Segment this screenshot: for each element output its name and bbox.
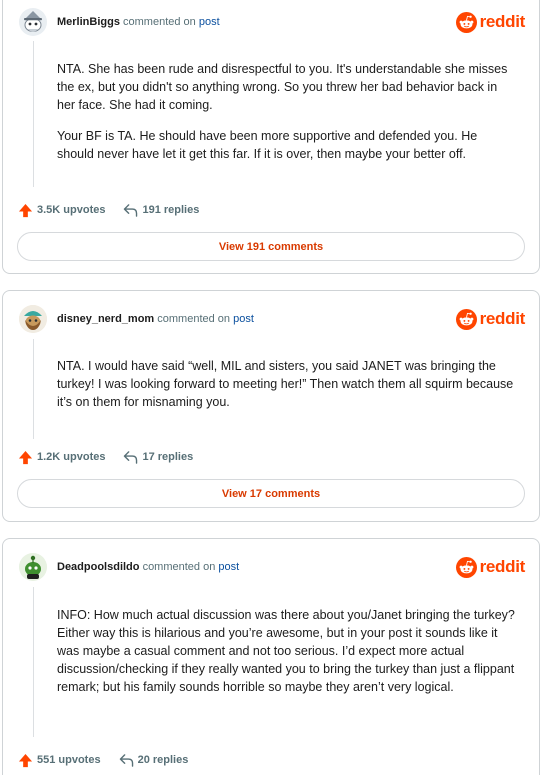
reddit-logo[interactable]: reddit (455, 11, 526, 33)
comment-body: NTA. She has been rude and disrespectful… (57, 60, 515, 163)
comment-body: NTA. I would have said “well, MIL and si… (57, 357, 515, 411)
wizard-snoo-avatar[interactable] (19, 8, 47, 36)
reddit-snoo-icon (455, 308, 477, 330)
reddit-wordmark: reddit (479, 12, 526, 31)
reply-arrow-icon (119, 753, 133, 767)
username-link[interactable]: disney_nerd_mom (57, 313, 154, 325)
commented-on-label: commented on (142, 561, 216, 573)
comment-meta: MerlinBiggs commented on post (57, 16, 220, 28)
thread-line[interactable] (33, 41, 34, 187)
comment-body: INFO: How much actual discussion was the… (57, 606, 515, 696)
reddit-wordmark: reddit (479, 557, 526, 576)
comment-paragraph: Your BF is TA. He should have been more … (57, 129, 478, 161)
commented-on-label: commented on (157, 313, 231, 325)
comment-header: MerlinBiggs commented on post reddit (19, 8, 525, 36)
comment-card: disney_nerd_mom commented on post reddit… (2, 290, 540, 522)
upvote-count: 3.5K upvotes (37, 204, 106, 216)
upvote-arrow-icon (18, 450, 33, 464)
green-snoo-avatar[interactable] (19, 553, 47, 581)
upvote-arrow-icon (18, 203, 33, 217)
replies-count: 17 replies (142, 451, 194, 463)
thread-line[interactable] (33, 587, 34, 737)
comment-paragraph: NTA. She has been rude and disrespectful… (57, 62, 508, 112)
replies-count: 20 replies (137, 754, 189, 766)
comment-paragraph: NTA. I would have said “well, MIL and si… (57, 359, 514, 409)
comment-paragraph: INFO: How much actual discussion was the… (57, 608, 515, 694)
upvote-count: 1.2K upvotes (37, 451, 106, 463)
comment-card: Deadpoolsdildo commented on post reddit … (2, 538, 540, 775)
view-comments-button[interactable]: View 191 comments (17, 232, 525, 261)
username-link[interactable]: Deadpoolsdildo (57, 561, 140, 573)
replies-count: 191 replies (142, 204, 200, 216)
reddit-logo[interactable]: reddit (455, 556, 526, 578)
comment-actions: 1.2K upvotes 17 replies (18, 447, 193, 467)
comment-header: disney_nerd_mom commented on post reddit (19, 305, 525, 333)
reddit-snoo-icon (455, 556, 477, 578)
upvote-button[interactable]: 3.5K upvotes (18, 203, 105, 218)
post-link[interactable]: post (233, 313, 254, 325)
reddit-snoo-icon (455, 11, 477, 33)
avatar-icon (19, 8, 47, 36)
upvote-button[interactable]: 1.2K upvotes (18, 450, 105, 465)
reply-arrow-icon (124, 203, 138, 217)
comment-actions: 551 upvotes 20 replies (18, 750, 188, 770)
view-comments-button[interactable]: View 17 comments (17, 479, 525, 508)
reply-arrow-icon (124, 450, 138, 464)
pirate-snoo-avatar[interactable] (19, 305, 47, 333)
avatar-icon (19, 305, 47, 333)
comment-meta: Deadpoolsdildo commented on post (57, 561, 239, 573)
post-link[interactable]: post (218, 561, 239, 573)
reddit-logo[interactable]: reddit (455, 308, 526, 330)
upvote-button[interactable]: 551 upvotes (18, 753, 101, 768)
comment-actions: 3.5K upvotes 191 replies (18, 200, 199, 220)
post-link[interactable]: post (199, 16, 220, 28)
comment-header: Deadpoolsdildo commented on post reddit (19, 553, 525, 581)
replies-button[interactable]: 17 replies (123, 450, 194, 464)
commented-on-label: commented on (123, 16, 196, 28)
avatar-icon (19, 553, 47, 581)
reddit-wordmark: reddit (479, 309, 526, 328)
upvote-arrow-icon (18, 753, 33, 767)
comment-card: MerlinBiggs commented on post reddit NTA… (2, 0, 540, 274)
upvote-count: 551 upvotes (37, 754, 101, 766)
comment-meta: disney_nerd_mom commented on post (57, 313, 254, 325)
replies-button[interactable]: 191 replies (123, 203, 200, 217)
thread-line[interactable] (33, 339, 34, 439)
replies-button[interactable]: 20 replies (119, 753, 189, 767)
username-link[interactable]: MerlinBiggs (57, 16, 120, 28)
